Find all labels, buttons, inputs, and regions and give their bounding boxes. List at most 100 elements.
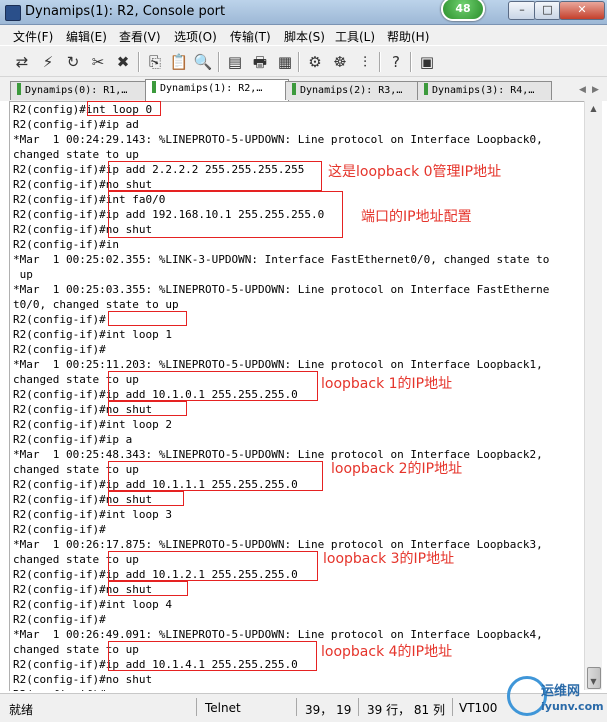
watermark-name: 运维网 [541, 684, 581, 699]
console-line: R2(config-if)#ip a [13, 433, 133, 446]
status-cursor: 39， 19 [305, 703, 352, 717]
tab-dynamips-3[interactable]: Dynamips(3): R4,… [417, 81, 552, 100]
copy-icon[interactable]: ⎘ [144, 51, 166, 73]
console-line: R2(config-if)#no shut [13, 403, 153, 416]
highlight-box [108, 371, 318, 401]
annotation-loopback2: loopback 2的IP地址 [331, 461, 463, 477]
sftp-icon[interactable]: ▣ [416, 51, 438, 73]
watermark-site: iyunv.com [541, 700, 604, 713]
status-divider [452, 698, 453, 716]
status-size: 39 行， 81 列 [367, 703, 445, 717]
console-line: R2(config-if)#int loop 2 [13, 418, 172, 431]
scroll-down-icon[interactable]: ▼ [587, 675, 600, 689]
console-line: R2(config-if)#no shut [13, 493, 153, 506]
status-divider [196, 698, 197, 716]
highlight-box [108, 311, 187, 326]
session-options-icon[interactable]: ⚙ [304, 51, 326, 73]
annotation-loopback1: loopback 1的IP地址 [321, 376, 453, 392]
console-line: *Mar 1 00:26:49.091: %LINEPROTO-5-UPDOWN… [13, 628, 543, 641]
console-line: R2(config-if)#no shut [13, 583, 153, 596]
tab-label: Dynamips(3): R4,… [432, 85, 535, 96]
connect-icon[interactable]: ⇄ [11, 51, 33, 73]
console-line: *Mar 1 00:26:17.875: %LINEPROTO-5-UPDOWN… [13, 538, 543, 551]
console-line: R2(config-if)#int loop 3 [13, 508, 172, 521]
console-line: R2(config-if)#ex [13, 687, 549, 691]
console-line: R2(config-if)#ip ad [13, 118, 139, 131]
print-setup-icon[interactable]: ▤ [224, 51, 246, 73]
tab-label: Dynamips(1): R2,… [160, 83, 263, 94]
console-line: R2(config-if)# [13, 613, 106, 626]
print-icon[interactable]: 🖶 [249, 51, 271, 73]
menu-transfer[interactable]: 传输(T) [230, 28, 271, 45]
keymap-icon[interactable]: ⫶ [354, 51, 376, 73]
highlight-box [108, 491, 184, 506]
title-bar[interactable]: Dynamips(1): R2, Console port 48 – □ ✕ [0, 0, 607, 25]
help-icon[interactable]: ? [385, 51, 407, 73]
notification-badge[interactable]: 48 [441, 0, 485, 21]
maximize-button[interactable]: □ [534, 1, 561, 20]
print-screen-icon[interactable]: ▦ [274, 51, 296, 73]
status-protocol: Telnet [205, 701, 241, 715]
annotation-loopback4: loopback 4的IP地址 [321, 644, 453, 660]
status-divider [358, 698, 359, 716]
tab-scroll-left-icon[interactable]: ◀ [577, 83, 588, 97]
status-divider [296, 698, 297, 716]
tab-dynamips-1[interactable]: Dynamips(1): R2,… [145, 79, 289, 101]
annotation-loopback0: 这是loopback 0管理IP地址 [328, 164, 502, 180]
window-title: Dynamips(1): R2, Console port [25, 4, 226, 19]
highlight-box [108, 161, 322, 191]
tab-dynamips-2[interactable]: Dynamips(2): R3,… [285, 81, 421, 100]
annotation-loopback3: loopback 3的IP地址 [323, 551, 455, 567]
paste-icon[interactable]: 📋 [168, 51, 190, 73]
toolbar-separator [379, 52, 381, 72]
menu-view[interactable]: 查看(V) [119, 28, 161, 45]
quick-connect-icon[interactable]: ⚡ [37, 51, 59, 73]
highlight-box [87, 101, 161, 116]
disconnect-icon[interactable]: ✂ [87, 51, 109, 73]
toolbar-separator [298, 52, 300, 72]
highlight-box [108, 581, 188, 596]
status-ready: 就绪 [9, 703, 34, 717]
menu-edit[interactable]: 编辑(E) [66, 28, 107, 45]
session-status-icon [152, 81, 156, 93]
tab-scroll-right-icon[interactable]: ▶ [590, 83, 601, 97]
watermark-logo: 运维网 iyunv.com [507, 676, 604, 720]
session-status-icon [17, 83, 21, 95]
console-line: *Mar 1 00:25:03.355: %LINEPROTO-5-UPDOWN… [13, 283, 550, 296]
console-line: up [13, 268, 33, 281]
global-options-icon[interactable]: ☸ [329, 51, 351, 73]
menu-script[interactable]: 脚本(S) [284, 28, 325, 45]
console-line: *Mar 1 00:25:02.355: %LINK-3-UPDOWN: Int… [13, 253, 550, 266]
console-line: *Mar 1 00:24:29.143: %LINEPROTO-5-UPDOWN… [13, 133, 543, 146]
close-button[interactable]: ✕ [559, 1, 605, 20]
app-icon [5, 5, 21, 21]
toolbar-separator [138, 52, 140, 72]
tab-label: Dynamips(2): R3,… [300, 85, 403, 96]
highlight-box [108, 401, 187, 416]
menu-file[interactable]: 文件(F) [13, 28, 53, 45]
console-line: t0/0, changed state to up [13, 298, 179, 311]
toolbar-separator [410, 52, 412, 72]
highlight-box [108, 191, 343, 238]
console-line: R2(config-if)#int loop 1 [13, 328, 172, 341]
toolbar: ⇄ ⚡ ↻ ✂ ✖ ⎘ 📋 🔍 ▤ 🖶 ▦ ⚙ ☸ ⫶ ? ▣ [0, 46, 607, 77]
console-line: R2(config-if)# [13, 343, 106, 356]
menu-help[interactable]: 帮助(H) [387, 28, 429, 45]
reconnect-icon[interactable]: ↻ [62, 51, 84, 73]
console-line: R2(config-if)#no shut [13, 673, 153, 686]
menu-bar: 文件(F) 编辑(E) 查看(V) 选项(O) 传输(T) 脚本(S) 工具(L… [0, 25, 607, 45]
vertical-scrollbar[interactable]: ▲ ▼ [584, 101, 602, 690]
highlight-box [108, 461, 323, 491]
menu-tools[interactable]: 工具(L) [335, 28, 375, 45]
find-icon[interactable]: 🔍 [192, 51, 214, 73]
console-line: *Mar 1 00:25:11.203: %LINEPROTO-5-UPDOWN… [13, 358, 543, 371]
console-line: *Mar 1 00:25:48.343: %LINEPROTO-5-UPDOWN… [13, 448, 543, 461]
scroll-up-icon[interactable]: ▲ [587, 102, 600, 116]
highlight-box [108, 551, 318, 581]
minimize-button[interactable]: – [508, 1, 536, 20]
tab-label: Dynamips(0): R1,… [25, 85, 128, 96]
session-tabs: Dynamips(0): R1,… Dynamips(1): R2,… Dyna… [0, 77, 607, 101]
disconnect-all-icon[interactable]: ✖ [112, 51, 134, 73]
tab-dynamips-0[interactable]: Dynamips(0): R1,… [10, 81, 149, 100]
menu-options[interactable]: 选项(O) [174, 28, 217, 45]
